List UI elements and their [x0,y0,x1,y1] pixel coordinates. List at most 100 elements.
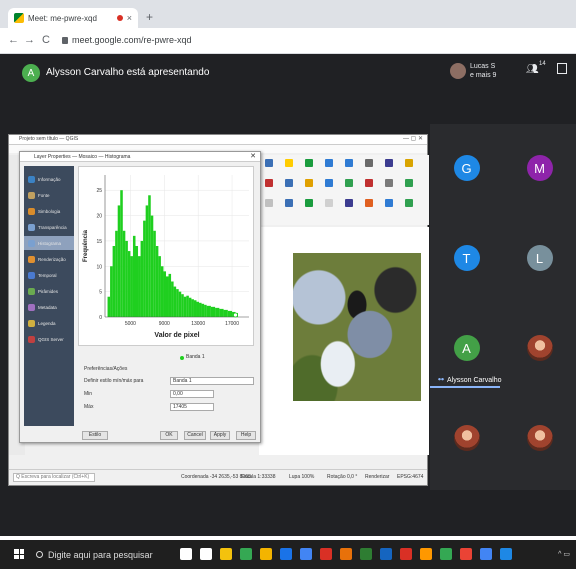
toolbar-tool-icon[interactable] [385,179,393,187]
toolbar-tool-icon[interactable] [265,199,273,207]
toolbar-tool-icon[interactable] [345,199,353,207]
new-tab-button[interactable]: + [146,10,153,24]
sidebar-item-renderiza-o[interactable]: Renderização [24,252,74,266]
taskbar-app-icon[interactable] [420,548,432,560]
taskbar-app-icon[interactable] [220,548,232,560]
windows-start-icon[interactable] [14,549,24,559]
toolbar-tool-icon[interactable] [305,179,313,187]
participant-tile[interactable]: G [430,128,503,208]
toolbar-tool-icon[interactable] [305,199,313,207]
toolbar-tool-icon[interactable] [405,199,413,207]
taskbar-app-icon[interactable] [340,548,352,560]
sidebar-item-legenda[interactable]: Legenda [24,316,74,330]
lock-icon [62,37,68,44]
url-field[interactable]: meet.google.com/re-pwre-xqd [72,35,192,45]
toolbar-tool-icon[interactable] [285,159,293,167]
max-input[interactable]: 17405 [170,403,214,411]
people-chip[interactable]: Lucas S e mais 9 [450,62,496,80]
taskbar-app-icon[interactable] [360,548,372,560]
taskbar-app-icon[interactable] [200,548,212,560]
sidebar-item-histograma[interactable]: Histograma [24,236,74,250]
participant-tile[interactable]: M [503,128,576,208]
ok-button[interactable]: OK [160,431,178,440]
map-canvas[interactable] [259,227,429,455]
taskbar-app-icon[interactable] [280,548,292,560]
taskbar-app-icon[interactable] [460,548,472,560]
participant-tile[interactable] [503,308,576,388]
taskbar-search[interactable]: Digite aqui para pesquisar [32,546,172,563]
sidebar-item-temporal[interactable]: Temporal [24,268,74,282]
status-epsg[interactable]: EPSG:4674 [397,474,423,480]
system-tray[interactable]: ^ ▭ [558,550,570,558]
participant-tile[interactable]: T [430,218,503,298]
toolbar-tool-icon[interactable] [385,199,393,207]
y-tick-label: 25 [96,188,102,194]
reload-button[interactable]: C [42,34,50,46]
taskbar-app-icon[interactable] [320,548,332,560]
histogram-bar [145,205,149,317]
x-tick-label: 13000 [191,321,205,327]
toolbar-tool-icon[interactable] [405,159,413,167]
toolbar-tool-icon[interactable] [265,159,273,167]
participant-tile[interactable]: L [503,218,576,298]
chat-icon[interactable] [557,63,567,74]
participants-icon[interactable]: 👥︎ [526,64,539,75]
histogram-bar [206,305,211,317]
sidebar-item-transpar-ncia[interactable]: Transparência [24,220,74,234]
help-button[interactable]: Help [236,431,256,440]
histogram-bar [107,296,111,317]
taskbar-app-icon[interactable] [260,548,272,560]
dialog-close-icon[interactable]: ✕ [250,152,256,160]
taskbar-app-icon[interactable] [440,548,452,560]
taskbar-app-icon[interactable] [300,548,312,560]
participant-tile[interactable]: A ⦁⦁ Alysson Carvalho [430,308,503,388]
taskbar-app-icon[interactable] [480,548,492,560]
avatar [450,63,466,79]
toolbar-tool-icon[interactable] [365,199,373,207]
taskbar-app-icon[interactable] [240,548,252,560]
toolbar-tool-icon[interactable] [285,199,293,207]
band-select[interactable]: Banda 1 [170,377,254,385]
toolbar-tool-icon[interactable] [265,179,273,187]
toolbar-tool-icon[interactable] [365,179,373,187]
histogram-bar [173,286,177,317]
status-scale[interactable]: Escala 1:33338 [241,474,275,480]
style-button[interactable]: Estilo [82,431,108,440]
status-magnifier[interactable]: Lupa 100% [289,474,314,480]
forward-button[interactable]: → [24,34,35,46]
qgis-statusbar: Q Escreva para localizar (Ctrl+K) Coorde… [9,469,427,485]
status-render[interactable]: Renderizar [365,474,389,480]
sidebar-item-simbologia[interactable]: Simbologia [24,204,74,218]
taskbar-app-icon[interactable] [380,548,392,560]
taskbar-app-icon[interactable] [500,548,512,560]
toolbar-tool-icon[interactable] [325,199,333,207]
participant-tile[interactable] [430,398,503,478]
sidebar-item-qgis-server[interactable]: QGIS Server [24,332,74,346]
sidebar-item-informa-o[interactable]: Informação [24,172,74,186]
min-input[interactable]: 0,00 [170,390,214,398]
toolbar-tool-icon[interactable] [345,179,353,187]
browser-tab[interactable]: Meet: me-pwre-xqd × [8,8,138,28]
sidebar-item-metadata[interactable]: Metadata [24,300,74,314]
taskbar-app-icon[interactable] [180,548,192,560]
toolbar-tool-icon[interactable] [285,179,293,187]
tab-close-button[interactable]: × [127,13,132,23]
sidebar-item-pir-mides[interactable]: Pirâmides [24,284,74,298]
apply-button[interactable]: Apply [210,431,230,440]
participant-tile[interactable] [503,398,576,478]
prefs-label[interactable]: Preferências/Ações [84,366,127,372]
toolbar-tool-icon[interactable] [345,159,353,167]
taskbar-app-icon[interactable] [400,548,412,560]
y-tick-label: 15 [96,239,102,245]
toolbar-tool-icon[interactable] [365,159,373,167]
toolbar-tool-icon[interactable] [305,159,313,167]
toolbar-tool-icon[interactable] [385,159,393,167]
toolbar-tool-icon[interactable] [325,179,333,187]
toolbar-tool-icon[interactable] [325,159,333,167]
back-button[interactable]: ← [8,34,19,46]
status-rotation[interactable]: Rotação 0,0 ° [327,474,357,480]
sidebar-item-fonte[interactable]: Fonte [24,188,74,202]
cancel-button[interactable]: Cancel [184,431,206,440]
toolbar-tool-icon[interactable] [405,179,413,187]
locator-search-input[interactable]: Q Escreva para localizar (Ctrl+K) [13,473,95,482]
